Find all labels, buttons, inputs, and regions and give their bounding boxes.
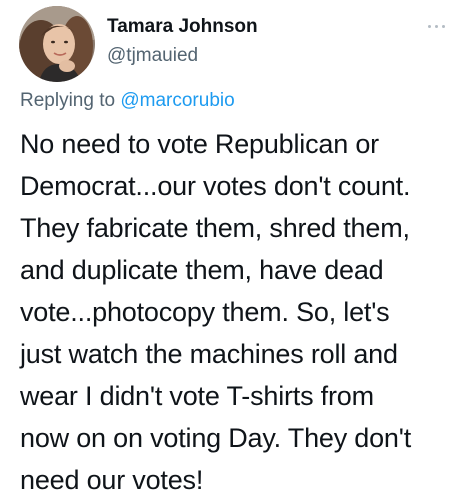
avatar[interactable] [19, 6, 95, 82]
reply-context: Replying to @marcorubio [20, 90, 235, 112]
tweet-line: now on on voting Day. They don't [20, 423, 412, 453]
tweet-line: wear I didn't vote T-shirts from [20, 381, 374, 411]
more-horizontal-icon[interactable] [425, 18, 449, 34]
tweet-line: just watch the machines roll and [20, 339, 398, 369]
tweet-text: No need to vote Republican or Democrat..… [20, 123, 460, 501]
tweet-line: vote...photocopy them. So, let's [20, 297, 390, 327]
tweet-line: Democrat...our votes don't count. [20, 171, 411, 201]
profile-photo-icon [19, 6, 95, 82]
tweet-line: They fabricate them, shred them, [20, 213, 410, 243]
user-handle[interactable]: @tjmauied [107, 45, 198, 67]
mention-link[interactable]: @marcorubio [120, 90, 234, 111]
tweet: Tamara Johnson @tjmauied Replying to @ma… [0, 0, 465, 500]
tweet-line: need our votes! [20, 465, 204, 495]
display-name[interactable]: Tamara Johnson [107, 16, 258, 38]
tweet-line: and duplicate them, have dead [20, 255, 384, 285]
replying-to-label: Replying to [20, 90, 116, 111]
tweet-line: No need to vote Republican or [20, 129, 379, 159]
